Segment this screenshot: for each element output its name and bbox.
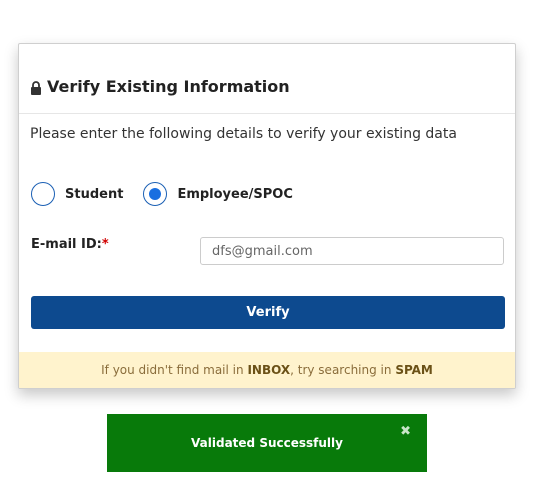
card-header: Verify Existing Information [19, 44, 515, 114]
verify-button[interactable]: Verify [31, 296, 505, 329]
mail-notice: If you didn't find mail in INBOX , try s… [19, 352, 515, 388]
notice-inbox: INBOX [247, 363, 291, 377]
student-radio[interactable] [31, 182, 55, 206]
employee-spoc-radio-label[interactable]: Employee/SPOC [177, 187, 292, 202]
lock-icon [30, 80, 42, 95]
student-radio-label[interactable]: Student [65, 187, 123, 202]
toast-message: Validated Successfully [191, 436, 343, 450]
close-icon[interactable]: ✖ [400, 424, 411, 439]
employee-spoc-radio[interactable] [143, 182, 168, 206]
intro-text: Please enter the following details to ve… [30, 126, 457, 142]
email-label: E-mail ID:* [31, 237, 109, 252]
email-input[interactable] [200, 237, 504, 265]
user-type-radio-group: Student Employee/SPOC [31, 182, 313, 206]
notice-prefix: If you didn't find mail in [101, 363, 244, 377]
page-title: Verify Existing Information [47, 77, 290, 96]
email-label-text: E-mail ID: [31, 237, 102, 252]
required-marker: * [101, 237, 109, 252]
verify-card: Verify Existing Information Please enter… [18, 43, 516, 389]
notice-middle: , try searching in [290, 363, 392, 377]
success-toast: Validated Successfully ✖ [107, 414, 427, 472]
notice-spam: SPAM [395, 363, 433, 377]
